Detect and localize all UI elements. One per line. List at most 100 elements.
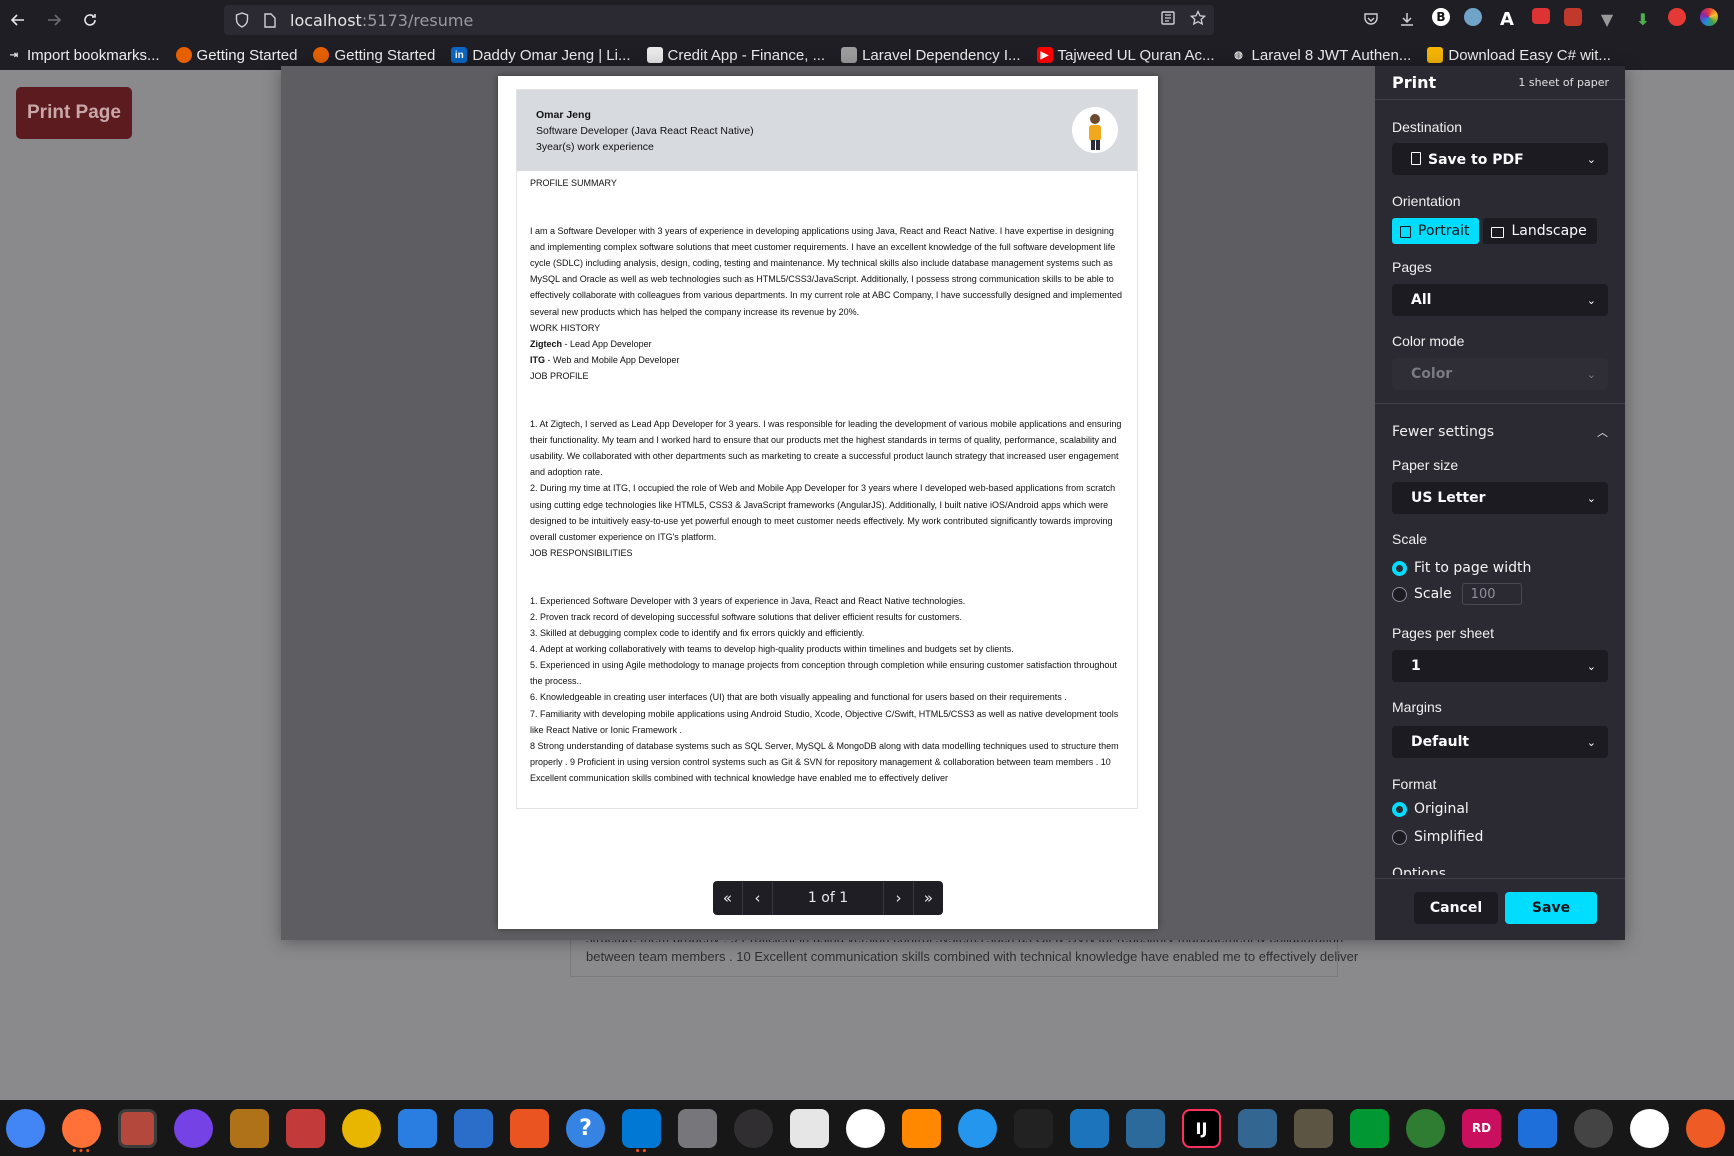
- radio-unselected[interactable]: [1392, 829, 1407, 845]
- chevron-down-icon: ⌄: [1586, 491, 1596, 505]
- vscode-icon[interactable]: ••: [622, 1108, 661, 1156]
- mail-icon[interactable]: [398, 1108, 437, 1148]
- fit-to-page-radio[interactable]: Fit to page width: [1392, 560, 1531, 576]
- format-original-radio[interactable]: Original: [1392, 801, 1469, 817]
- page-icon[interactable]: [262, 12, 278, 28]
- landscape-option[interactable]: Landscape: [1483, 218, 1597, 244]
- firefox-icon[interactable]: •••: [62, 1108, 101, 1156]
- bookmark-item[interactable]: in Daddy Omar Jeng | Li...: [451, 47, 631, 64]
- chrome-icon[interactable]: [6, 1108, 45, 1148]
- help-icon[interactable]: ?: [566, 1108, 605, 1148]
- coffee-icon[interactable]: [230, 1108, 269, 1148]
- bookmark-item[interactable]: Getting Started: [175, 47, 297, 64]
- firefox-dev-icon[interactable]: [174, 1108, 213, 1148]
- dock: •••? •• IJ RD: [0, 1100, 1734, 1156]
- compass-icon[interactable]: [846, 1108, 885, 1148]
- page-counter: 1 of 1: [807, 890, 849, 906]
- save-button[interactable]: Save: [1505, 892, 1597, 924]
- radio-selected[interactable]: [1392, 801, 1407, 817]
- destination-select[interactable]: Save to PDF ⌄: [1392, 143, 1608, 175]
- cancel-button[interactable]: Cancel: [1414, 892, 1498, 924]
- gear-icon[interactable]: [678, 1108, 717, 1148]
- vpn-icon[interactable]: [1464, 8, 1482, 26]
- scale-radio[interactable]: Scale 100: [1392, 583, 1522, 605]
- intellij-icon[interactable]: IJ: [1182, 1108, 1221, 1148]
- postman-icon[interactable]: [790, 1108, 829, 1148]
- format-simplified-radio[interactable]: Simplified: [1392, 829, 1483, 845]
- globe-icon[interactable]: [1406, 1108, 1445, 1148]
- store-icon[interactable]: [510, 1108, 549, 1148]
- scale-input[interactable]: 100: [1461, 583, 1522, 605]
- bookmark-item[interactable]: ◍ Laravel 8 JWT Authen...: [1230, 47, 1411, 64]
- first-page-button[interactable]: «: [713, 881, 743, 915]
- rider-icon[interactable]: RD: [1462, 1108, 1501, 1148]
- rocket-icon[interactable]: [1686, 1108, 1725, 1148]
- flag-icon[interactable]: [1518, 1108, 1557, 1148]
- reader-view-icon[interactable]: [1160, 10, 1176, 30]
- print-page-button[interactable]: Print Page: [16, 87, 132, 139]
- inkscape-icon[interactable]: [1014, 1108, 1053, 1148]
- back-button[interactable]: [0, 2, 36, 38]
- camera-icon[interactable]: [1532, 8, 1550, 24]
- last-page-button[interactable]: »: [913, 881, 943, 915]
- leaf-icon[interactable]: [1630, 1108, 1669, 1148]
- pocket-icon[interactable]: [1360, 8, 1382, 30]
- obs-icon[interactable]: [734, 1108, 773, 1148]
- forward-button[interactable]: [36, 2, 72, 38]
- bookmark-star-icon[interactable]: [1189, 9, 1207, 30]
- dolphin-icon[interactable]: [1126, 1108, 1165, 1148]
- fewer-settings-toggle[interactable]: Fewer settings ︿: [1392, 424, 1608, 440]
- font-a-icon[interactable]: A: [1496, 8, 1518, 30]
- settings-header: Print 1 sheet of paper: [1375, 66, 1625, 100]
- job-profile-heading: JOB PROFILE: [530, 370, 589, 381]
- bookmark-item[interactable]: Download Easy C# wit...: [1427, 47, 1611, 64]
- bookmark-item[interactable]: Credit App - Finance, ...: [646, 47, 825, 64]
- margins-select[interactable]: Default ⌄: [1392, 726, 1608, 758]
- settings-divider: [1375, 403, 1625, 404]
- next-page-button[interactable]: ›: [883, 881, 913, 915]
- chevron-up-icon: ︿: [1597, 426, 1608, 439]
- scale-option-label: Scale: [1414, 586, 1452, 602]
- bookmark-item[interactable]: Laravel Dependency I...: [841, 47, 1021, 64]
- address-bar[interactable]: localhost:5173/resume: [224, 5, 1214, 35]
- bookmark-item[interactable]: ⇥ Import bookmarks...: [6, 47, 160, 64]
- shield-icon[interactable]: [234, 12, 250, 28]
- puzzle-red-icon[interactable]: [1564, 8, 1582, 26]
- pages-per-sheet-select[interactable]: 1 ⌄: [1392, 650, 1608, 682]
- download-icon[interactable]: [1396, 8, 1418, 30]
- radio-selected[interactable]: [1392, 560, 1407, 576]
- monitor-icon[interactable]: [1070, 1108, 1109, 1148]
- gimp-icon[interactable]: [1294, 1108, 1333, 1148]
- preview-sheet: Omar Jeng Software Developer (Java React…: [498, 76, 1158, 929]
- previous-page-button[interactable]: ‹: [743, 881, 773, 915]
- landscape-icon: [1491, 226, 1505, 238]
- reload-button[interactable]: [72, 2, 108, 38]
- print-dialog: Omar Jeng Software Developer (Java React…: [281, 66, 1625, 940]
- writer-icon[interactable]: [454, 1108, 493, 1148]
- color-mode-select[interactable]: Color ⌄: [1392, 358, 1608, 390]
- music-icon[interactable]: [342, 1108, 381, 1148]
- vue-icon[interactable]: ▼: [1596, 8, 1618, 30]
- responsibility-item: 3. Skilled at debugging complex code to …: [530, 628, 865, 639]
- bookmark-item[interactable]: ▶ Tajweed UL Quran Ac...: [1036, 47, 1215, 64]
- color-picker-icon[interactable]: [1700, 8, 1718, 26]
- vlc-icon[interactable]: [902, 1108, 941, 1148]
- bookmark-item[interactable]: Getting Started: [313, 47, 435, 64]
- arrow-down-green-icon[interactable]: ⬇: [1632, 8, 1654, 30]
- files-icon[interactable]: [118, 1108, 157, 1148]
- stop-hand-icon[interactable]: [1668, 8, 1686, 26]
- radio-unselected[interactable]: [1392, 586, 1407, 602]
- paper-size-select[interactable]: US Letter ⌄: [1392, 482, 1608, 514]
- portrait-option[interactable]: Portrait: [1392, 218, 1480, 244]
- elephant-icon[interactable]: [1238, 1108, 1277, 1148]
- atom-icon[interactable]: [1574, 1108, 1613, 1148]
- download-box-icon[interactable]: [286, 1108, 325, 1148]
- job-profile-item: 2. During my time at ITG, I occupied the…: [530, 483, 1116, 542]
- running-indicator: ••: [634, 1146, 649, 1156]
- b-extension-icon[interactable]: B: [1432, 8, 1450, 26]
- chevron-down-icon: ⌄: [1586, 735, 1596, 749]
- vim-icon[interactable]: [1350, 1108, 1389, 1148]
- docker-icon[interactable]: [958, 1108, 997, 1148]
- pages-select[interactable]: All ⌄: [1392, 284, 1608, 316]
- format-label: Format: [1392, 776, 1437, 792]
